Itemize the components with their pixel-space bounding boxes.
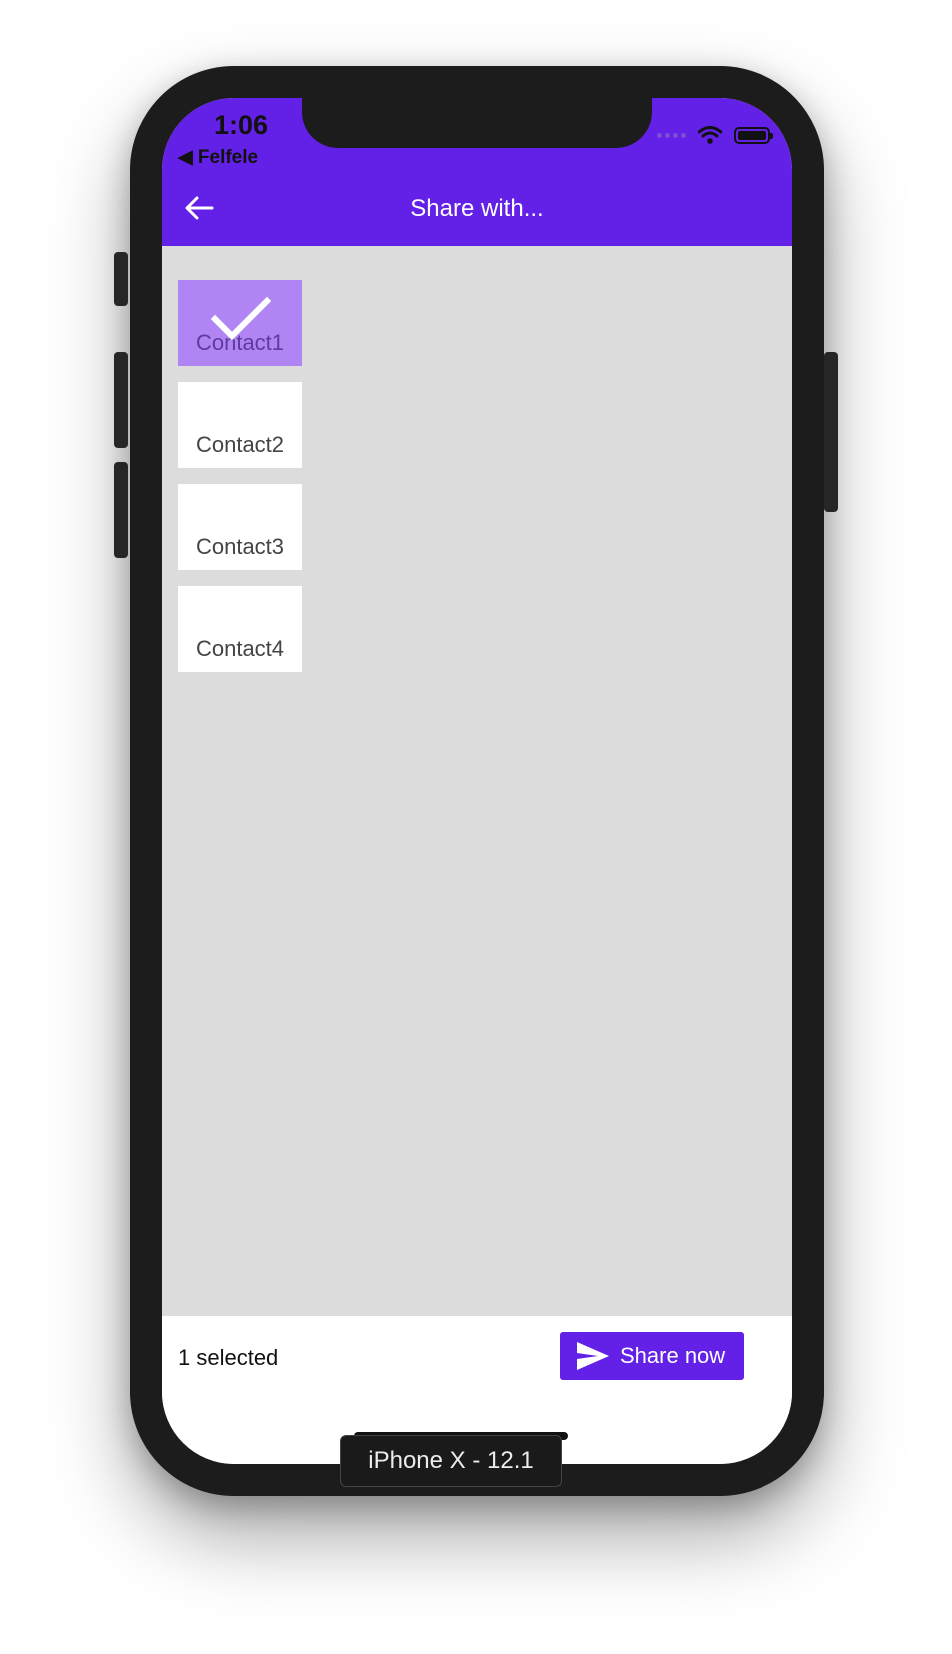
contact-label: Contact2 bbox=[195, 432, 285, 457]
share-now-label: Share now bbox=[620, 1343, 726, 1368]
contact-tile-4[interactable]: Contact4 bbox=[178, 586, 302, 672]
contact-list: Contact1 Contact2 Contact3 Contact4 bbox=[178, 280, 302, 688]
volume-down-button bbox=[114, 462, 128, 558]
selected-count: 1 selected bbox=[178, 1345, 279, 1370]
page-title: Share with... bbox=[410, 195, 544, 222]
status-back-to-app[interactable]: ◀ Felfele bbox=[178, 146, 258, 169]
contact-tile-3[interactable]: Contact3 bbox=[178, 484, 302, 570]
status-icons bbox=[657, 126, 773, 144]
volume-up-button bbox=[114, 352, 128, 448]
mute-switch bbox=[114, 252, 128, 306]
signal-dots-icon bbox=[657, 132, 686, 138]
power-button bbox=[824, 352, 838, 512]
phone-frame: 1:06 ◀ Felfele Share with... Contact1 Co… bbox=[114, 66, 838, 1496]
send-icon bbox=[577, 1342, 609, 1370]
contact-label: Contact4 bbox=[195, 636, 285, 661]
battery-icon bbox=[734, 126, 773, 144]
device-label: iPhone X - 12.1 bbox=[340, 1435, 562, 1487]
checkmark-icon bbox=[210, 296, 272, 341]
contact-label: Contact3 bbox=[195, 534, 285, 559]
app-screen: 1:06 ◀ Felfele Share with... Contact1 Co… bbox=[162, 98, 792, 1464]
share-now-button[interactable]: Share now bbox=[560, 1332, 744, 1380]
wifi-icon bbox=[698, 126, 722, 144]
device-notch bbox=[302, 98, 652, 148]
contact-tile-2[interactable]: Contact2 bbox=[178, 382, 302, 468]
contact-tile-1[interactable]: Contact1 bbox=[178, 280, 302, 366]
status-time: 1:06 bbox=[214, 110, 269, 140]
